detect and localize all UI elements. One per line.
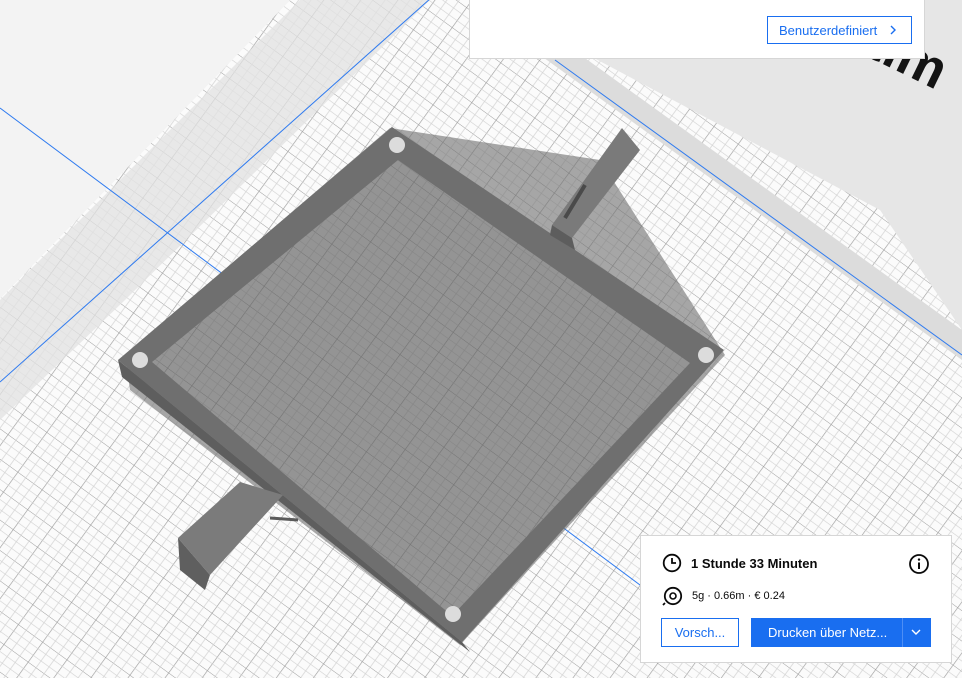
print-button-label: Drucken über Netz... [768, 625, 888, 640]
mount-hole [132, 352, 148, 368]
material-usage-row: 5g · 0.66m · € 0.24 [662, 586, 785, 606]
info-icon[interactable] [908, 553, 930, 575]
preview-button-label: Vorsch... [674, 625, 726, 640]
print-over-network-button[interactable]: Drucken über Netz... [751, 618, 931, 647]
preview-button[interactable]: Vorsch... [661, 618, 739, 647]
custom-settings-label: Benutzerdefiniert [779, 22, 878, 38]
mount-hole [389, 137, 405, 153]
mount-hole [698, 347, 714, 363]
material-usage: 5g · 0.66m · € 0.24 [692, 590, 785, 602]
filament-spool-icon [662, 586, 683, 606]
mount-hole [445, 606, 461, 622]
print-job-panel: 1 Stunde 33 Minuten 5g · 0.66m · € 0.24 … [640, 535, 952, 663]
chevron-right-icon [890, 25, 896, 35]
chevron-down-icon[interactable] [911, 628, 921, 636]
print-time-row: 1 Stunde 33 Minuten [662, 553, 817, 573]
print-settings-panel: Benutzerdefiniert [469, 0, 925, 59]
clock-icon [662, 553, 682, 573]
custom-settings-button[interactable]: Benutzerdefiniert [767, 16, 912, 44]
print-duration: 1 Stunde 33 Minuten [691, 555, 818, 571]
clip-bottom-arm [269, 516, 299, 522]
print-button-divider [902, 618, 903, 647]
